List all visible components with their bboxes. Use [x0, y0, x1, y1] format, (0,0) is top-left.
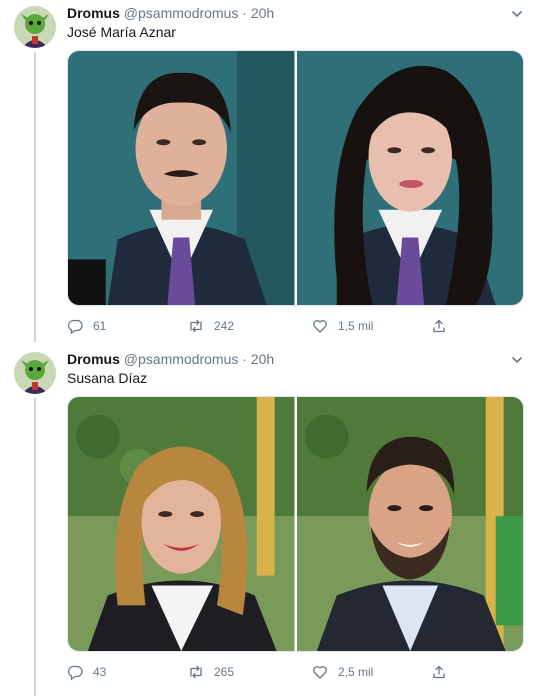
tweet-header: Dromus @psammodromus · 20h — [67, 350, 274, 368]
avatar[interactable] — [14, 6, 56, 48]
reply-count: 61 — [93, 319, 107, 333]
avatar[interactable] — [14, 352, 56, 394]
like-button[interactable]: 2,5 mil — [312, 662, 373, 682]
chevron-down-icon[interactable] — [510, 353, 524, 367]
like-icon — [313, 666, 327, 679]
tweet-time[interactable]: 20h — [251, 351, 274, 367]
separator-dot: · — [242, 5, 247, 21]
retweet-icon — [190, 319, 202, 333]
tweet[interactable]: Dromus @psammodromus · 20h Susana Díaz 4… — [0, 346, 536, 696]
tweet-time[interactable]: 20h — [251, 5, 274, 21]
author-name[interactable]: Dromus — [67, 5, 120, 21]
photo-aznar-edited[interactable] — [296, 51, 523, 305]
reply-icon — [67, 665, 83, 680]
retweet-button[interactable]: 265 — [188, 662, 234, 682]
author-name[interactable]: Dromus — [67, 351, 120, 367]
separator-dot: · — [242, 351, 247, 367]
share-icon — [433, 319, 445, 333]
retweet-count: 265 — [214, 665, 235, 679]
reply-count: 43 — [93, 665, 107, 679]
tweet-actions: 61 242 1,5 mil — [67, 316, 467, 336]
share-button[interactable] — [431, 316, 447, 336]
author-handle[interactable]: @psammodromus — [124, 351, 239, 367]
reply-button[interactable]: 43 — [67, 662, 106, 682]
tweet-media[interactable] — [67, 396, 524, 652]
like-count: 1,5 mil — [338, 319, 374, 333]
tweet-text: José María Aznar — [67, 24, 176, 40]
retweet-count: 242 — [214, 319, 235, 333]
tweet-media[interactable] — [67, 50, 524, 306]
retweet-button[interactable]: 242 — [188, 316, 234, 336]
like-icon — [313, 320, 327, 333]
share-button[interactable] — [431, 662, 447, 682]
tweet[interactable]: Dromus @psammodromus · 20h José María Az… — [0, 0, 536, 345]
like-button[interactable]: 1,5 mil — [312, 316, 373, 336]
retweet-icon — [190, 665, 202, 679]
tweet-header: Dromus @psammodromus · 20h — [67, 4, 274, 22]
photo-aznar[interactable] — [68, 51, 295, 305]
share-icon — [433, 665, 445, 679]
like-count: 2,5 mil — [338, 665, 374, 679]
reply-icon — [67, 319, 83, 334]
photo-susana-diaz[interactable] — [68, 397, 295, 651]
photo-susana-diaz-edited[interactable] — [296, 397, 523, 651]
chevron-down-icon[interactable] — [510, 7, 524, 21]
tweet-actions: 43 265 2,5 mil — [67, 662, 467, 682]
tweet-text: Susana Díaz — [67, 370, 148, 386]
author-handle[interactable]: @psammodromus — [124, 5, 239, 21]
reply-button[interactable]: 61 — [67, 316, 106, 336]
